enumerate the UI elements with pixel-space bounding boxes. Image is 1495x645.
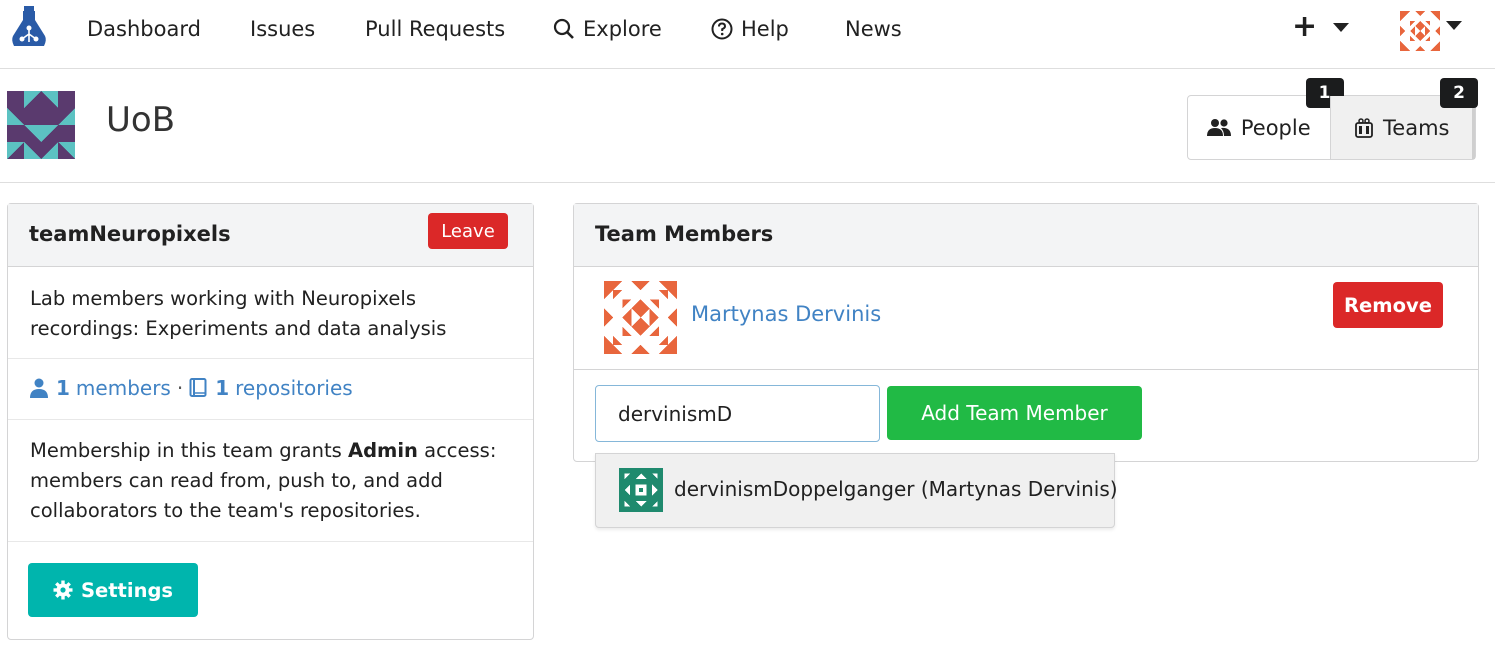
gear-icon: [53, 580, 73, 600]
member-avatar[interactable]: [604, 281, 677, 354]
team-name: teamNeuropixels: [29, 222, 231, 246]
divider: [0, 182, 1495, 183]
remove-member-button[interactable]: Remove: [1333, 282, 1443, 328]
help-circle-icon: [711, 18, 733, 40]
user-icon: [30, 378, 48, 398]
nav-issues[interactable]: Issues: [250, 14, 315, 44]
members-count: 1: [56, 376, 70, 400]
team-members-card: Team Members Martynas Dervinis Remove Ad…: [573, 203, 1479, 462]
suggestion-avatar: [619, 468, 663, 512]
top-navbar: Dashboard Issues Pull Requests Explore H…: [0, 0, 1495, 69]
people-icon: [1206, 118, 1231, 136]
nav-explore[interactable]: Explore: [553, 14, 662, 44]
nav-dashboard[interactable]: Dashboard: [87, 14, 201, 44]
org-tabs: People 1 Teams 2: [1187, 78, 1478, 160]
divider: [8, 358, 533, 359]
members-link[interactable]: members: [76, 376, 171, 400]
user-menu[interactable]: [1400, 11, 1462, 51]
team-icon: [1355, 117, 1373, 138]
nav-pull-requests[interactable]: Pull Requests: [365, 14, 505, 44]
divider: [8, 541, 533, 542]
user-suggestion-dropdown: dervinismDoppelganger (Martynas Dervinis…: [595, 453, 1118, 528]
nav-help[interactable]: Help: [711, 14, 789, 44]
tab-people[interactable]: People 1: [1188, 78, 1344, 159]
divider: [8, 419, 533, 420]
book-icon: [189, 378, 207, 397]
nav-news[interactable]: News: [845, 14, 902, 44]
repos-link[interactable]: repositories: [235, 376, 353, 400]
chevron-down-icon: [1333, 22, 1350, 32]
org-avatar: [7, 91, 75, 159]
settings-button[interactable]: Settings: [28, 563, 198, 617]
leave-button[interactable]: Leave: [428, 213, 508, 249]
member-row: Martynas Dervinis Remove: [574, 267, 1478, 370]
team-permission-text: Membership in this team grants Admin acc…: [30, 439, 497, 522]
gitea-logo-icon[interactable]: [11, 6, 47, 52]
team-description: Lab members working with Neuropixels rec…: [30, 287, 447, 340]
avatar: [1400, 11, 1440, 51]
plus-icon: +: [1292, 9, 1318, 44]
add-member-input[interactable]: [595, 385, 880, 442]
org-name: UoB: [106, 100, 176, 140]
repos-count: 1: [215, 376, 230, 400]
team-stats: 1 members · 1 repositories: [30, 376, 353, 400]
stats-separator: ·: [176, 376, 184, 400]
chevron-down-icon: [1446, 20, 1462, 30]
members-title: Team Members: [595, 222, 774, 246]
search-icon: [553, 18, 574, 39]
members-card-header: Team Members: [574, 204, 1478, 267]
tab-teams[interactable]: Teams 2: [1329, 78, 1478, 159]
team-card-header: teamNeuropixels Leave: [8, 204, 533, 267]
member-name-link[interactable]: Martynas Dervinis: [691, 302, 881, 326]
suggestion-item[interactable]: dervinismDoppelganger (Martynas Dervinis…: [674, 477, 1118, 501]
add-team-member-button[interactable]: Add Team Member: [887, 386, 1142, 440]
permission-level: Admin: [347, 439, 418, 462]
teams-count-badge: 2: [1440, 78, 1478, 108]
team-info-card: teamNeuropixels Leave Lab members workin…: [7, 203, 534, 640]
create-menu[interactable]: +: [1292, 9, 1350, 44]
